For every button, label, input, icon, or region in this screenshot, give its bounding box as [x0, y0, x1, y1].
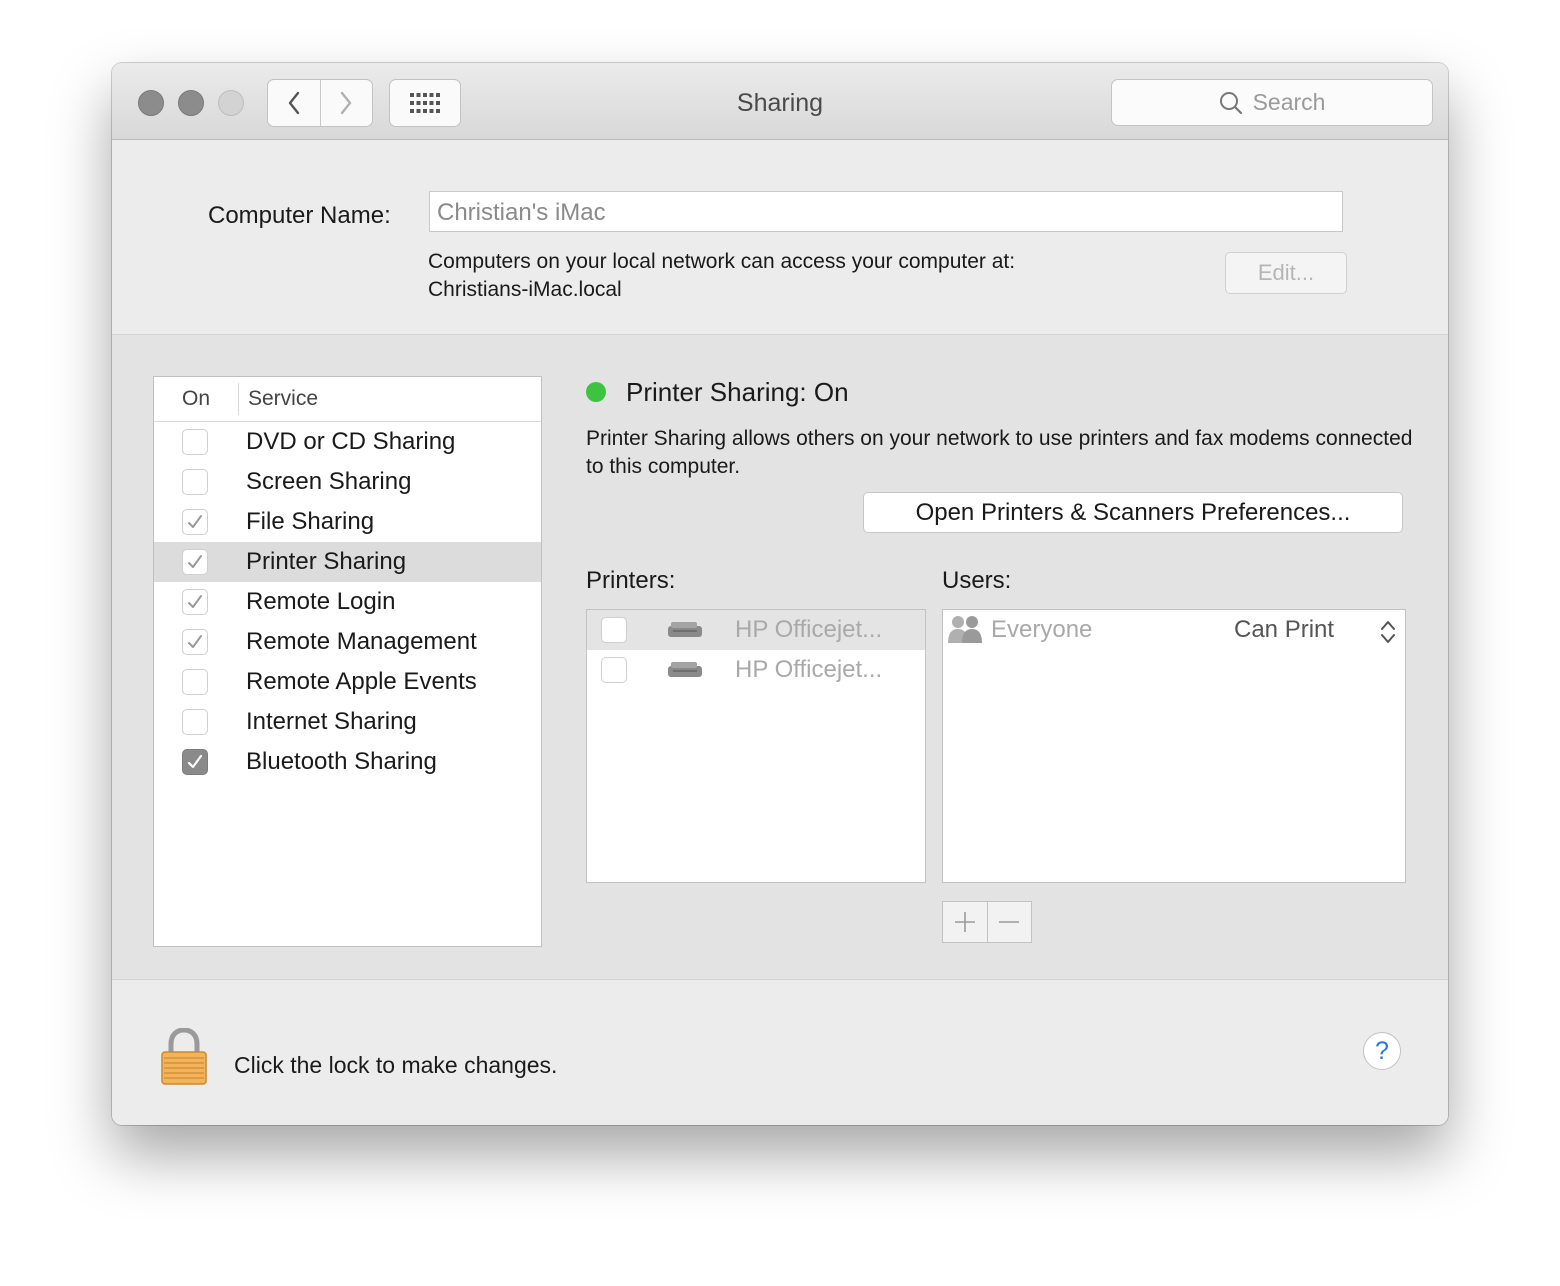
column-header-on[interactable]: On	[182, 387, 210, 411]
services-list-header: On Service	[154, 377, 541, 422]
service-checkbox[interactable]	[182, 589, 208, 615]
user-name: Everyone	[991, 616, 1093, 643]
service-row-dvd-cd-sharing[interactable]: DVD or CD Sharing	[154, 422, 541, 462]
checkmark-icon	[188, 595, 202, 608]
service-checkbox[interactable]	[182, 549, 208, 575]
service-label: DVD or CD Sharing	[246, 428, 456, 455]
service-row-screen-sharing[interactable]: Screen Sharing	[154, 462, 541, 502]
service-row-remote-login[interactable]: Remote Login	[154, 582, 541, 622]
add-user-button[interactable]	[943, 902, 987, 942]
service-label: File Sharing	[246, 508, 375, 535]
edit-hostname-button[interactable]: Edit...	[1225, 252, 1347, 294]
remove-user-button[interactable]	[986, 902, 1032, 942]
service-label: Internet Sharing	[246, 708, 417, 735]
printer-checkbox[interactable]	[601, 657, 627, 683]
users-label: Users:	[942, 567, 1012, 594]
service-label: Remote Login	[246, 588, 396, 615]
lock-icon[interactable]	[160, 1028, 208, 1086]
service-label: Remote Apple Events	[246, 668, 477, 695]
service-label: Printer Sharing	[246, 548, 407, 575]
service-checkbox[interactable]	[182, 509, 208, 535]
lock-message: Click the lock to make changes.	[234, 1052, 558, 1078]
service-description: Printer Sharing allows others on your ne…	[586, 427, 1413, 478]
footer: Click the lock to make changes. ?	[112, 980, 1448, 1125]
service-row-remote-apple-events[interactable]: Remote Apple Events	[154, 662, 541, 702]
open-printers-scanners-button[interactable]: Open Printers & Scanners Preferences...	[863, 492, 1403, 533]
local-hostname: Christians-iMac.local	[428, 278, 622, 301]
service-checkbox[interactable]	[182, 669, 208, 695]
computer-name-field[interactable]: Christian's iMac	[429, 191, 1343, 232]
add-remove-user-buttons	[942, 901, 1032, 943]
user-row[interactable]: Everyone Can Print	[943, 610, 1405, 650]
services-section: On Service DVD or CD Sharing Screen Shar…	[112, 335, 1448, 980]
sharing-window: Sharing Search Computer Name: Christian'…	[112, 63, 1448, 1125]
service-row-file-sharing[interactable]: File Sharing	[154, 502, 541, 542]
services-list: On Service DVD or CD Sharing Screen Shar…	[153, 376, 542, 947]
service-checkbox[interactable]	[182, 709, 208, 735]
status-title: Printer Sharing: On	[626, 377, 849, 407]
column-divider	[238, 383, 239, 415]
printers-list: HP Officejet... HP Officejet...	[586, 609, 926, 883]
updown-chevron-icon[interactable]	[1380, 619, 1396, 645]
search-placeholder: Search	[1252, 89, 1326, 115]
printer-row[interactable]: HP Officejet...	[587, 610, 925, 650]
service-row-remote-management[interactable]: Remote Management	[154, 622, 541, 662]
status-indicator	[586, 382, 606, 402]
checkmark-icon	[188, 555, 202, 568]
printer-icon	[668, 662, 702, 677]
title-bar: Sharing Search	[112, 63, 1448, 140]
checkmark-icon	[188, 515, 202, 528]
network-address-info: Computers on your local network can acce…	[428, 248, 1015, 304]
minus-icon	[999, 921, 1020, 923]
column-header-service[interactable]: Service	[248, 387, 318, 411]
printers-label: Printers:	[586, 567, 676, 594]
service-row-internet-sharing[interactable]: Internet Sharing	[154, 702, 541, 742]
computer-name-section: Computer Name: Christian's iMac Computer…	[112, 140, 1448, 335]
users-list: Everyone Can Print	[942, 609, 1406, 883]
service-label: Bluetooth Sharing	[246, 748, 437, 775]
service-checkbox[interactable]	[182, 749, 208, 775]
checkmark-icon	[188, 635, 202, 648]
plus-icon	[954, 912, 975, 932]
user-permission-popup[interactable]: Can Print	[1234, 616, 1334, 644]
group-icon	[948, 616, 982, 643]
service-checkbox[interactable]	[182, 469, 208, 495]
service-checkbox[interactable]	[182, 629, 208, 655]
service-row-bluetooth-sharing[interactable]: Bluetooth Sharing	[154, 742, 541, 782]
printer-row[interactable]: HP Officejet...	[587, 650, 925, 690]
service-checkbox[interactable]	[182, 429, 208, 455]
computer-name-label: Computer Name:	[208, 202, 391, 229]
search-field[interactable]: Search	[1111, 79, 1433, 126]
service-label: Screen Sharing	[246, 468, 412, 495]
checkmark-icon	[187, 754, 203, 769]
printer-name: HP Officejet...	[735, 616, 883, 643]
printer-checkbox[interactable]	[601, 617, 627, 643]
network-info-text: Computers on your local network can acce…	[428, 250, 1016, 273]
printer-icon	[668, 622, 702, 637]
service-row-printer-sharing[interactable]: Printer Sharing	[154, 542, 541, 582]
help-button[interactable]: ?	[1363, 1032, 1401, 1070]
printer-name: HP Officejet...	[735, 656, 883, 683]
search-icon	[1219, 91, 1242, 114]
service-label: Remote Management	[246, 628, 477, 655]
